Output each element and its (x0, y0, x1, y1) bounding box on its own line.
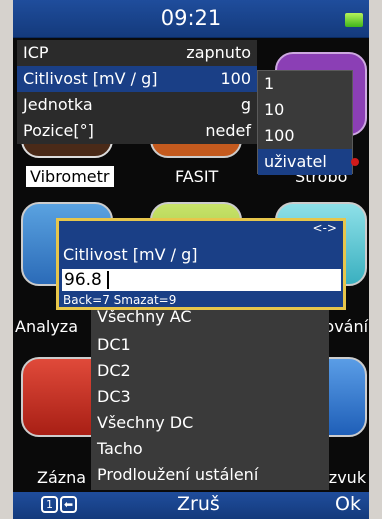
device-screen: 09:21 Vibrometr FASIT Strobo Analyza žov… (13, 0, 369, 519)
setting-pozice[interactable]: Pozice[°] nedef (17, 118, 257, 144)
channel-list: Všechny AC DC1 DC2 DC3 Všechny DC Tacho … (91, 310, 329, 490)
channel-item[interactable]: Tacho (91, 436, 329, 462)
setting-icp[interactable]: ICP zapnuto (17, 40, 257, 66)
vibrometr-label[interactable]: Vibrometr (26, 166, 114, 187)
setting-value: 100 (220, 69, 251, 88)
dialog-title: Citlivost [mV / g] (63, 245, 198, 264)
sensitivity-options: 1 10 100 uživatel (257, 70, 359, 175)
option-1[interactable]: 1 (258, 71, 352, 97)
setting-label: Citlivost [mV / g] (23, 69, 158, 88)
fasit-label: FASIT (175, 167, 219, 186)
sensitivity-input[interactable] (62, 269, 341, 291)
channel-item[interactable]: DC2 (91, 358, 329, 384)
settings-menu: ICP zapnuto Citlivost [mV / g] 100 Jedno… (17, 40, 265, 144)
channel-item[interactable]: DC1 (91, 332, 329, 358)
dialog-hint: Back=7 Smazat=9 (63, 293, 177, 307)
ok-button[interactable]: Ok (335, 493, 361, 515)
setting-label: Pozice[°] (23, 121, 94, 140)
setting-citlivost[interactable]: Citlivost [mV / g] 100 (17, 66, 265, 92)
selected-indicator-icon (351, 158, 359, 166)
setting-value: nedef (205, 121, 251, 140)
back-arrow-icon: ⬅ (60, 496, 77, 513)
setting-value: g (240, 95, 251, 114)
nav-arrows-icon: <-> (312, 221, 337, 235)
clock: 09:21 (160, 6, 222, 30)
channel-item[interactable]: DC3 (91, 384, 329, 410)
text-cursor (107, 271, 109, 289)
option-label: uživatel (264, 152, 327, 171)
setting-label: ICP (23, 43, 49, 62)
key-one-icon: 1 (41, 496, 58, 513)
analyza-label: Analyza (15, 317, 79, 336)
setting-label: Jednotka (23, 95, 93, 114)
status-bar: 09:21 (13, 0, 369, 38)
input-dialog: <-> Citlivost [mV / g] Back=7 Smazat=9 (56, 218, 346, 310)
option-100[interactable]: 100 (258, 123, 352, 149)
channel-item[interactable]: Všechny DC (91, 410, 329, 436)
option-10[interactable]: 10 (258, 97, 352, 123)
zaznam-label: Zázna (37, 468, 87, 487)
softkey-bar: 1 ⬅ Zruš Ok (13, 492, 369, 519)
battery-icon (345, 13, 363, 27)
cancel-button[interactable]: Zruš (177, 493, 220, 515)
channel-item[interactable]: Prodloužení ustálení (91, 462, 329, 488)
channel-item[interactable]: Všechny AC (91, 310, 329, 332)
setting-value: zapnuto (186, 43, 251, 62)
setting-jednotka[interactable]: Jednotka g (17, 92, 257, 118)
option-uzivatel[interactable]: uživatel (258, 149, 359, 175)
softkey-left[interactable]: 1 ⬅ (41, 496, 77, 513)
